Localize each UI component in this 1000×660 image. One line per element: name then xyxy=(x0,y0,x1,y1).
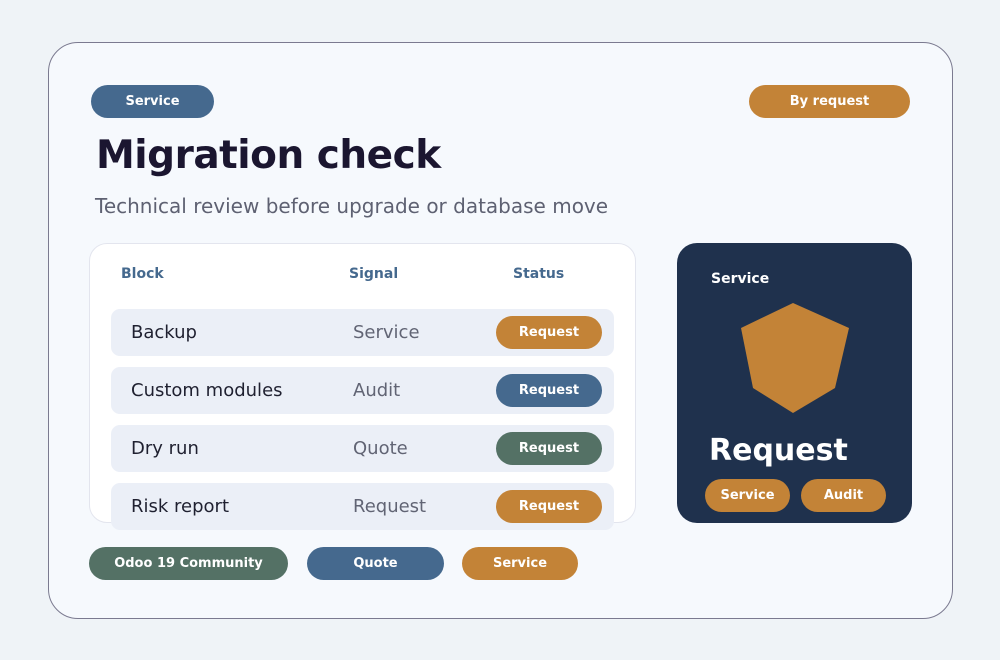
row-block-label: Custom modules xyxy=(131,380,283,401)
pentagon-icon xyxy=(741,303,849,413)
side-audit-button[interactable]: Audit xyxy=(801,479,886,512)
row-signal-label: Quote xyxy=(353,438,408,459)
by-request-button[interactable]: By request xyxy=(749,85,910,118)
table-row: Custom modules Audit Request xyxy=(111,367,614,414)
service-button[interactable]: Service xyxy=(462,547,578,580)
row-block-label: Dry run xyxy=(131,438,199,459)
page-title: Migration check xyxy=(96,133,441,178)
row-signal-label: Service xyxy=(353,322,420,343)
row-block-label: Risk report xyxy=(131,496,230,517)
service-tag[interactable]: Service xyxy=(91,85,214,118)
row-status-button[interactable]: Request xyxy=(496,432,602,465)
odoo-community-tag[interactable]: Odoo 19 Community xyxy=(89,547,288,580)
quote-button[interactable]: Quote xyxy=(307,547,444,580)
table-row: Risk report Request Request xyxy=(111,483,614,530)
column-header-status: Status xyxy=(513,266,565,282)
row-status-button[interactable]: Request xyxy=(496,490,602,523)
row-signal-label: Request xyxy=(353,496,427,517)
column-header-block: Block xyxy=(121,266,164,282)
row-status-button[interactable]: Request xyxy=(496,374,602,407)
column-header-signal: Signal xyxy=(349,266,399,282)
table-row: Backup Service Request xyxy=(111,309,614,356)
table-row: Dry run Quote Request xyxy=(111,425,614,472)
side-service-button[interactable]: Service xyxy=(705,479,790,512)
side-card-label: Service xyxy=(711,271,770,287)
page-subtitle: Technical review before upgrade or datab… xyxy=(95,194,609,218)
row-signal-label: Audit xyxy=(353,380,401,401)
side-card: Service Request Service Audit xyxy=(677,243,912,523)
row-block-label: Backup xyxy=(131,322,197,343)
side-card-big-text: Request xyxy=(709,433,848,468)
row-status-button[interactable]: Request xyxy=(496,316,602,349)
